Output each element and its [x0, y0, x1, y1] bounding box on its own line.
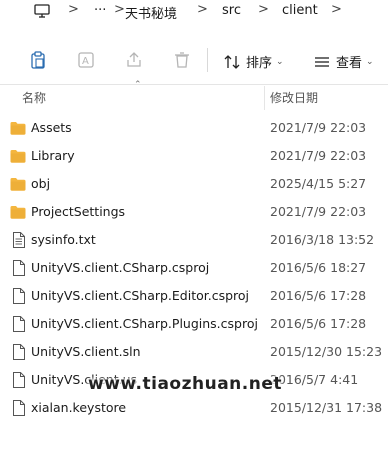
file-date-modified: 2016/5/6 18:27 [270, 260, 367, 275]
chevron-down-icon: ⌄ [276, 56, 284, 67]
folder-icon [10, 149, 26, 163]
breadcrumb-item-src[interactable]: src [222, 3, 241, 18]
chevron-right-icon[interactable]: > [331, 2, 342, 17]
chevron-right-icon: > [114, 2, 125, 17]
file-name: Assets [31, 120, 72, 135]
file-row[interactable]: sysinfo.txt 2016/3/18 13:52 [0, 226, 388, 254]
file-name: obj [31, 176, 51, 191]
chevron-right-icon: > [258, 2, 269, 17]
file-icon [12, 260, 28, 276]
file-date-modified: 2021/7/9 22:03 [270, 120, 367, 135]
file-date-modified: 2016/5/6 17:28 [270, 288, 367, 303]
file-date-modified: 2016/3/18 13:52 [270, 232, 375, 247]
chevron-right-icon: > [197, 2, 208, 17]
file-date-modified: 2015/12/31 17:38 [270, 400, 383, 415]
file-date-modified: 2016/5/6 17:28 [270, 316, 367, 331]
file-name: sysinfo.txt [31, 232, 96, 247]
file-icon [12, 288, 28, 304]
breadcrumb: > ··· > 天书秘境 > src > client > [0, 0, 388, 24]
file-row[interactable]: UnityVS.client.CSharp.Plugins.csproj 2016… [0, 310, 388, 338]
file-name: UnityVS.client.CSharp.csproj [31, 260, 210, 275]
chevron-right-icon: > [68, 2, 79, 17]
chevron-down-icon: ⌄ [366, 56, 374, 67]
svg-text:A: A [82, 56, 89, 67]
delete-icon[interactable] [172, 50, 192, 70]
file-date-modified: 2025/4/15 5:27 [270, 176, 367, 191]
paste-icon[interactable] [28, 50, 48, 70]
watermark: www.tiaozhuan.net [88, 374, 282, 394]
breadcrumb-item-tianshu[interactable]: 天书秘境 [125, 3, 177, 22]
file-row[interactable]: UnityVS.client.CSharp.csproj 2016/5/6 18:… [0, 254, 388, 282]
file-date-modified: 2016/5/7 4:41 [270, 372, 359, 387]
file-row[interactable]: UnityVS.client.CSharp.Editor.csproj 2016/… [0, 282, 388, 310]
file-row[interactable]: Assets 2021/7/9 22:03 [0, 114, 388, 142]
monitor-icon[interactable] [34, 4, 50, 18]
file-name: ProjectSettings [31, 204, 126, 219]
file-icon [12, 400, 28, 416]
folder-icon [10, 121, 26, 135]
view-button[interactable]: 查看 ⌄ [314, 52, 374, 71]
view-list-icon [315, 56, 329, 67]
sort-icon [224, 54, 240, 69]
breadcrumb-more[interactable]: ··· [94, 3, 106, 18]
sort-label: 排序 [246, 56, 273, 71]
file-icon [12, 372, 28, 388]
command-toolbar: A 排序 ⌄ 查看 ⌄ [0, 36, 388, 85]
file-row[interactable]: xialan.keystore 2015/12/31 17:38 [0, 394, 388, 422]
column-header: ⌃ 名称 修改日期 [0, 80, 388, 110]
share-icon[interactable] [124, 50, 144, 70]
rename-icon[interactable]: A [76, 50, 96, 70]
column-date-modified[interactable]: 修改日期 [270, 89, 318, 106]
file-row[interactable]: Library 2021/7/9 22:03 [0, 142, 388, 170]
file-row[interactable]: obj 2025/4/15 5:27 [0, 170, 388, 198]
file-date-modified: 2021/7/9 22:03 [270, 148, 367, 163]
file-icon [12, 344, 28, 360]
breadcrumb-item-client[interactable]: client [282, 3, 318, 18]
file-name: UnityVS.client.CSharp.Plugins.csproj [31, 316, 258, 331]
file-name: UnityVS.client.sln [31, 344, 141, 359]
folder-icon [10, 205, 26, 219]
file-icon [12, 316, 28, 332]
file-name: UnityVS.client.CSharp.Editor.csproj [31, 288, 250, 303]
column-divider[interactable] [264, 86, 265, 110]
column-name[interactable]: 名称 [22, 89, 46, 106]
file-date-modified: 2021/7/9 22:03 [270, 204, 367, 219]
sort-button[interactable]: 排序 ⌄ [224, 52, 284, 71]
file-name: Library [31, 148, 75, 163]
sort-ascending-icon: ⌃ [134, 80, 142, 90]
folder-icon [10, 177, 26, 191]
file-date-modified: 2015/12/30 15:23 [270, 344, 383, 359]
file-row[interactable]: UnityVS.client.sln 2015/12/30 15:23 [0, 338, 388, 366]
file-name: xialan.keystore [31, 400, 127, 415]
view-label: 查看 [336, 56, 363, 71]
file-row[interactable]: ProjectSettings 2021/7/9 22:03 [0, 198, 388, 226]
text-file-icon [12, 232, 28, 248]
toolbar-divider [207, 48, 208, 72]
